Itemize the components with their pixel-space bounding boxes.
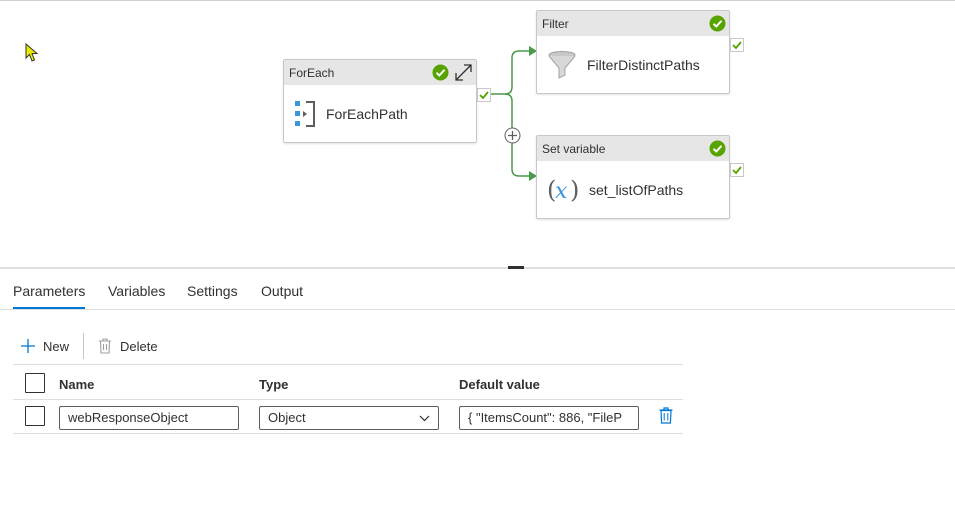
foreach-activity[interactable]: ForEach ForEachPath: [283, 59, 477, 143]
svg-text:): ): [570, 176, 579, 204]
foreach-icon: [295, 100, 315, 127]
plus-icon: [21, 339, 35, 353]
tab-output[interactable]: Output: [261, 283, 303, 309]
column-header-name: Name: [59, 377, 95, 392]
set-variable-activity[interactable]: Set variable ( x ) set_listOfPaths: [536, 135, 730, 219]
svg-text:x: x: [555, 179, 568, 204]
variable-x-icon: ( x ): [547, 176, 579, 204]
parameter-type-value: Object: [268, 410, 306, 425]
trash-icon[interactable]: [659, 407, 673, 424]
row-checkbox[interactable]: [25, 406, 45, 426]
parameters-toolbar: New Delete: [13, 330, 166, 362]
output-checkbox-icon[interactable]: [730, 38, 744, 52]
select-all-checkbox[interactable]: [25, 373, 45, 393]
parameter-name-input[interactable]: webResponseObject: [59, 406, 239, 430]
output-checkbox-icon[interactable]: [477, 88, 491, 102]
chevron-down-icon: [419, 415, 430, 422]
toolbar-divider: [83, 333, 85, 359]
expand-icon[interactable]: [454, 63, 473, 82]
tab-variables[interactable]: Variables: [108, 283, 165, 309]
column-header-default-value: Default value: [459, 377, 540, 392]
grid-header-row: Name Type Default value: [13, 364, 683, 400]
trash-icon: [99, 338, 112, 354]
filter-activity[interactable]: Filter FilterDistinctPaths: [536, 10, 730, 94]
funnel-icon: [548, 50, 576, 79]
tab-parameters[interactable]: Parameters: [13, 283, 86, 309]
check-circle-icon: [432, 64, 449, 81]
activity-header: ForEach: [284, 60, 476, 85]
delete-label: Delete: [120, 338, 158, 354]
new-label: New: [43, 338, 70, 354]
splitter-grip[interactable]: [508, 266, 524, 269]
add-activity-button[interactable]: [504, 127, 521, 144]
parameter-type-select[interactable]: Object: [259, 406, 439, 430]
activity-type-label: Set variable: [542, 141, 606, 156]
delete-button[interactable]: Delete: [90, 338, 166, 354]
tab-settings[interactable]: Settings: [187, 283, 238, 309]
activity-name: ForEachPath: [326, 105, 408, 122]
activity-type-label: Filter: [542, 16, 569, 31]
activity-connectors: [491, 46, 537, 181]
table-row: webResponseObject Object { "ItemsCount":…: [13, 400, 683, 434]
activity-type-label: ForEach: [289, 65, 335, 80]
parameter-default-value-input[interactable]: { "ItemsCount": 886, "FileP: [459, 406, 639, 430]
activity-name: set_listOfPaths: [589, 181, 684, 198]
output-checkbox-icon[interactable]: [730, 163, 744, 177]
activity-name: FilterDistinctPaths: [587, 56, 700, 73]
activity-header: Filter: [537, 11, 729, 36]
properties-tabs: Parameters Variables Settings Output: [0, 270, 955, 310]
column-header-type: Type: [259, 377, 289, 392]
check-circle-icon: [709, 140, 726, 157]
activity-header: Set variable: [537, 136, 729, 161]
parameters-grid: Name Type Default value webResponseObjec…: [13, 364, 683, 434]
panel-splitter[interactable]: [0, 267, 955, 269]
pipeline-canvas[interactable]: ForEach ForEachPath Filter FilterDistinc…: [0, 0, 955, 268]
check-circle-icon: [709, 15, 726, 32]
new-button[interactable]: New: [13, 339, 77, 354]
